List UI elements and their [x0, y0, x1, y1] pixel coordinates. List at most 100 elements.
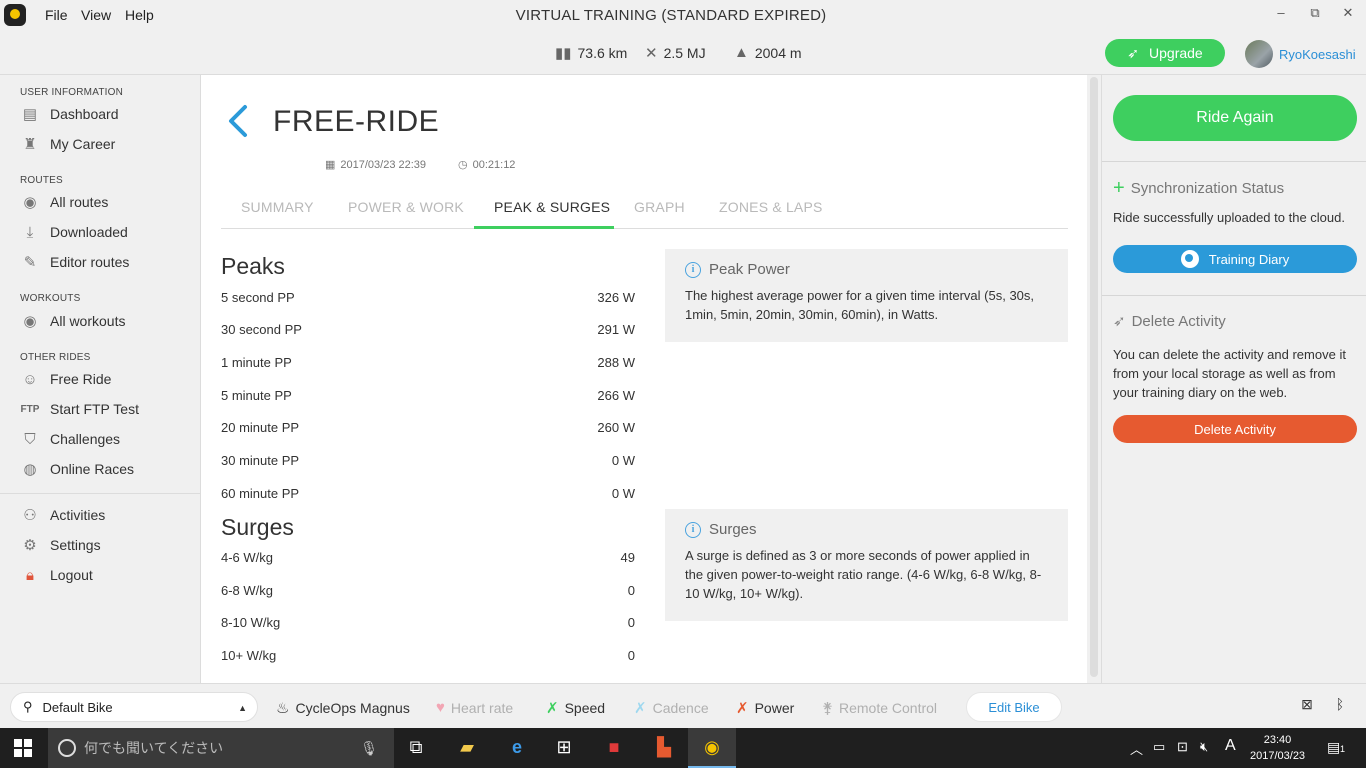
trainer-device[interactable]: ♨ CycleOps Magnus	[276, 699, 410, 717]
tab-peak-surges[interactable]: PEAK & SURGES	[494, 199, 610, 215]
row-value: 291 W	[597, 322, 635, 337]
minimize-button[interactable]: –	[1269, 5, 1293, 20]
utensils-icon: ✕	[645, 45, 658, 62]
device-bar: ⚲ Default Bike ▲ ♨ CycleOps Magnus ♥ Hea…	[0, 683, 1366, 728]
info-text: A surge is defined as 3 or more seconds …	[685, 548, 1042, 601]
cadence-device[interactable]: ✗ Cadence	[634, 699, 709, 717]
reader-icon[interactable]: ■	[602, 737, 626, 759]
sidebar-item-start-ftp-test[interactable]: FTP Start FTP Test	[20, 397, 195, 421]
row-label: 30 second PP	[221, 322, 302, 337]
power-device[interactable]: ✗ Power	[736, 699, 794, 717]
chevron-up-icon[interactable]: ︿	[1130, 739, 1143, 758]
section-workouts: WORKOUTS	[20, 293, 81, 304]
eye-icon: ◉	[23, 313, 37, 330]
sidebar-item-label: Online Races	[50, 461, 135, 477]
back-chevron-icon[interactable]	[223, 101, 253, 141]
heart-icon: ♥	[436, 699, 445, 716]
tab-graph[interactable]: GRAPH	[634, 199, 685, 215]
row-label: 5 minute PP	[221, 388, 292, 403]
sidebar-item-free-ride[interactable]: ☺ Free Ride	[20, 367, 195, 391]
tab-summary[interactable]: SUMMARY	[241, 199, 314, 215]
divider	[1102, 161, 1366, 162]
tab-zones-laps[interactable]: ZONES & LAPS	[719, 199, 823, 215]
action-center-icon[interactable]: ▤	[1327, 739, 1340, 756]
sidebar-item-activities[interactable]: ⚇ Activities	[20, 503, 195, 527]
avatar	[1245, 40, 1273, 68]
app-icon[interactable]: ▙	[652, 737, 676, 759]
plus-icon: +	[1113, 177, 1125, 199]
sidebar-item-logout[interactable]: 🔒︎ Logout	[20, 563, 195, 587]
scrollbar-thumb[interactable]	[1090, 77, 1098, 677]
sidebar-item-label: Challenges	[50, 431, 121, 447]
upgrade-button[interactable]: ➶ Upgrade	[1105, 39, 1225, 67]
row-label: 60 minute PP	[221, 486, 300, 501]
remote-control-device[interactable]: ⚵ Remote Control	[822, 699, 937, 717]
system-clock[interactable]: 23:40 2017/03/23	[1250, 732, 1305, 764]
row-value: 49	[620, 550, 635, 565]
speed-device[interactable]: ✗ Speed	[546, 699, 605, 717]
table-row: 4-6 W/kg 49	[221, 550, 635, 565]
sync-status-title: Synchronization Status	[1130, 180, 1285, 197]
sidebar-item-online-races[interactable]: ◍ Online Races	[20, 457, 195, 481]
activity-detail-panel: FREE-RIDE ▦ 2017/03/23 22:39 ◷ 00:21:12 …	[200, 75, 1087, 683]
training-diary-label: Training Diary	[1208, 251, 1290, 267]
windows-start-icon[interactable]	[14, 739, 32, 757]
sidebar-divider	[0, 493, 200, 494]
calendar-icon: ▦	[325, 159, 336, 171]
ime-indicator[interactable]: A	[1225, 737, 1236, 755]
tab-power-work[interactable]: POWER & WORK	[348, 199, 464, 215]
heart-rate-device[interactable]: ♥ Heart rate	[436, 699, 513, 716]
row-value: 0	[627, 615, 635, 630]
sidebar-item-editor-routes[interactable]: ✎ Editor routes	[20, 250, 195, 274]
edit-bike-button[interactable]: Edit Bike	[966, 692, 1062, 722]
microphone-icon[interactable]: 🎙︎	[360, 740, 378, 757]
right-panel: Ride Again + Synchronization Status Ride…	[1101, 75, 1366, 683]
row-label: 30 minute PP	[221, 453, 300, 468]
sidebar-item-challenges[interactable]: ⛉ Challenges	[20, 427, 195, 451]
upgrade-label: Upgrade	[1149, 45, 1203, 61]
window-title: VIRTUAL TRAINING (STANDARD EXPIRED)	[515, 7, 827, 24]
lock-icon: 🔒︎	[26, 566, 34, 584]
bluetooth-icon[interactable]: ᛒ	[1330, 696, 1350, 716]
close-button[interactable]: ✕	[1336, 5, 1360, 21]
virtual-training-app-icon[interactable]: ◉	[700, 737, 724, 759]
maximize-button[interactable]: ⧉	[1303, 5, 1327, 21]
file-explorer-icon[interactable]: ▰	[455, 737, 479, 759]
table-row: 1 minute PP 288 W	[221, 355, 635, 370]
table-row: 20 minute PP 260 W	[221, 420, 635, 435]
sidebar-item-settings[interactable]: ⚙ Settings	[20, 533, 195, 557]
row-label: 10+ W/kg	[221, 648, 277, 663]
edge-icon[interactable]: e	[505, 737, 529, 759]
surges-title: Surges	[221, 514, 294, 540]
info-title: Peak Power	[709, 261, 790, 278]
store-icon[interactable]: ⊞	[552, 737, 576, 759]
rocket-icon: ➶	[1127, 44, 1140, 61]
sidebar-item-all-routes[interactable]: ◉ All routes	[20, 190, 195, 214]
user-profile[interactable]: RyoKoesashi	[1245, 40, 1356, 68]
bike-select-value: Default Bike	[42, 699, 113, 715]
battery-icon[interactable]: ▭	[1153, 739, 1165, 755]
ant-plus-icon[interactable]: ⊠	[1297, 696, 1317, 716]
info-icon: i	[685, 521, 701, 538]
row-value: 260 W	[597, 420, 635, 435]
delete-activity-button[interactable]: Delete Activity	[1113, 415, 1357, 443]
main-scrollbar[interactable]	[1088, 75, 1101, 683]
row-value: 326 W	[597, 290, 635, 305]
sidebar-item-downloaded[interactable]: ⤓ Downloaded	[20, 220, 195, 244]
ride-again-button[interactable]: Ride Again	[1113, 95, 1357, 141]
task-view-icon[interactable]: ⧉	[404, 737, 428, 759]
table-row: 6-8 W/kg 0	[221, 583, 635, 598]
globe-icon	[1180, 250, 1199, 268]
row-label: 4-6 W/kg	[221, 550, 274, 565]
sidebar-item-all-workouts[interactable]: ◉ All workouts	[20, 309, 195, 333]
taskbar-search[interactable]: 何でも聞いてください 🎙︎	[48, 728, 394, 768]
volume-icon[interactable]: 🔇︎	[1200, 739, 1208, 755]
divider	[1102, 295, 1366, 296]
network-icon[interactable]: ⊡	[1177, 739, 1188, 755]
sidebar-item-label: Activities	[50, 507, 106, 523]
sidebar-item-my-career[interactable]: ♜ My Career	[20, 132, 195, 156]
bike-select[interactable]: ⚲ Default Bike ▲	[10, 692, 258, 722]
table-row: 10+ W/kg 0	[221, 648, 635, 663]
sidebar-item-dashboard[interactable]: ▤ Dashboard	[20, 102, 195, 126]
training-diary-button[interactable]: Training Diary	[1113, 245, 1357, 273]
